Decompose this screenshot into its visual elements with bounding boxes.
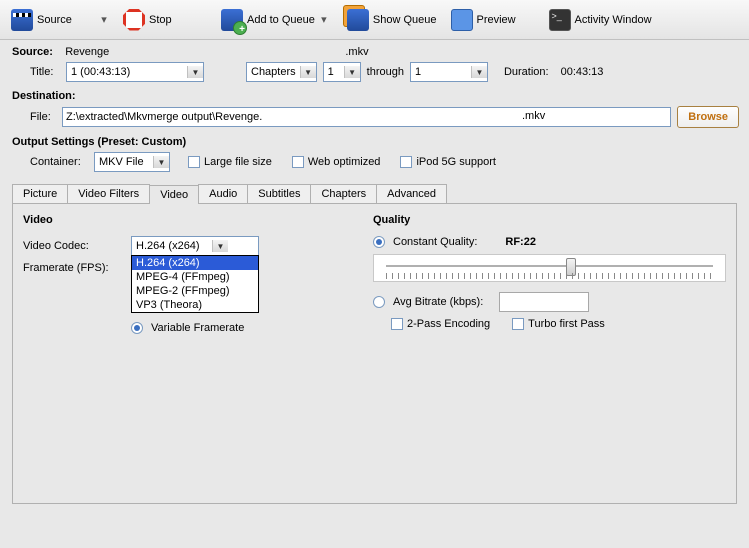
settings-tabs: PictureVideo FiltersVideoAudioSubtitlesC… — [12, 184, 737, 204]
dropdown-arrow-icon[interactable]: ▾ — [99, 13, 109, 26]
rf-value: RF:22 — [505, 236, 536, 248]
add-queue-icon — [221, 9, 243, 31]
destination-heading: Destination: — [0, 84, 749, 104]
title-label: Title: — [30, 66, 60, 78]
two-pass-checkbox[interactable]: 2-Pass Encoding — [391, 318, 490, 330]
codec-option[interactable]: MPEG-4 (FFmpeg) — [132, 270, 258, 284]
stop-button[interactable]: Stop — [116, 4, 214, 36]
source-filename: Revenge — [65, 46, 109, 58]
tab-subtitles[interactable]: Subtitles — [247, 184, 311, 203]
preview-button[interactable]: Preview — [444, 4, 542, 36]
chapter-from-value: 1 — [324, 65, 344, 79]
terminal-icon — [549, 9, 571, 31]
ipod-label: iPod 5G support — [416, 156, 496, 168]
checkbox-icon — [188, 156, 200, 168]
source-button[interactable]: Source ▾ — [4, 4, 116, 36]
quality-slider[interactable] — [373, 254, 726, 282]
chevron-down-icon — [212, 240, 228, 252]
file-label: File: — [30, 111, 56, 123]
source-label: Source — [37, 14, 95, 26]
web-optimized-checkbox[interactable]: Web optimized — [292, 156, 381, 168]
video-group-heading: Video — [23, 214, 353, 226]
destination-file-input[interactable] — [62, 107, 671, 127]
duration-value: 00:43:13 — [561, 66, 604, 78]
web-optimized-label: Web optimized — [308, 156, 381, 168]
tab-chapters[interactable]: Chapters — [310, 184, 377, 203]
ipod-checkbox[interactable]: iPod 5G support — [400, 156, 496, 168]
container-row: Container: MKV File Large file size Web … — [0, 150, 749, 174]
tab-audio[interactable]: Audio — [198, 184, 248, 203]
container-select[interactable]: MKV File — [94, 152, 170, 172]
title-value: 1 (00:43:13) — [67, 65, 187, 79]
checkbox-icon — [512, 318, 524, 330]
tab-video[interactable]: Video — [149, 185, 199, 204]
title-row: Title: 1 (00:43:13) Chapters 1 through 1… — [0, 60, 749, 84]
chapter-from-select[interactable]: 1 — [323, 62, 361, 82]
avg-bitrate-radio[interactable] — [373, 296, 385, 308]
tab-advanced[interactable]: Advanced — [376, 184, 447, 203]
chevron-down-icon — [187, 66, 203, 78]
destination-row: File: .mkv Browse — [0, 104, 749, 130]
slider-ticks — [386, 273, 713, 279]
avg-bitrate-input[interactable] — [499, 292, 589, 312]
two-pass-label: 2-Pass Encoding — [407, 318, 490, 330]
constant-quality-label: Constant Quality: — [393, 236, 477, 248]
tab-video-filters[interactable]: Video Filters — [67, 184, 150, 203]
checkbox-icon — [292, 156, 304, 168]
video-codec-select[interactable]: H.264 (x264) — [131, 236, 259, 256]
chevron-down-icon — [153, 156, 169, 168]
video-tab-pane: Video Video Codec: H.264 (x264) H.264 (x… — [12, 204, 737, 504]
checkbox-icon — [391, 318, 403, 330]
tab-picture[interactable]: Picture — [12, 184, 68, 203]
clapper-icon — [11, 9, 33, 31]
codec-option[interactable]: MPEG-2 (FFmpeg) — [132, 284, 258, 298]
codec-option[interactable]: H.264 (x264) — [132, 256, 258, 270]
output-heading: Output Settings (Preset: Custom) — [0, 130, 749, 150]
video-codec-value: H.264 (x264) — [132, 239, 212, 253]
through-label: through — [367, 66, 404, 78]
main-toolbar: Source ▾ Stop Add to Queue ▾ Show Queue … — [0, 0, 749, 40]
source-heading: Source: — [12, 46, 53, 58]
video-codec-dropdown: H.264 (x264)MPEG-4 (FFmpeg)MPEG-2 (FFmpe… — [131, 255, 259, 313]
source-section: Source: Revenge .mkv — [0, 40, 749, 60]
framerate-label: Framerate (FPS): — [23, 262, 123, 274]
codec-label: Video Codec: — [23, 240, 123, 252]
variable-framerate-label: Variable Framerate — [151, 322, 244, 334]
stop-label: Stop — [149, 14, 207, 26]
chevron-down-icon — [300, 66, 316, 78]
show-queue-label: Show Queue — [373, 14, 437, 26]
constant-quality-radio[interactable] — [373, 236, 385, 248]
large-file-label: Large file size — [204, 156, 272, 168]
duration-label: Duration: — [504, 66, 549, 78]
title-select[interactable]: 1 (00:43:13) — [66, 62, 204, 82]
chevron-down-icon — [471, 66, 487, 78]
queue-icon — [347, 9, 369, 31]
chapter-to-select[interactable]: 1 — [410, 62, 488, 82]
add-queue-label: Add to Queue — [247, 14, 315, 26]
codec-option[interactable]: VP3 (Theora) — [132, 298, 258, 312]
preview-label: Preview — [477, 14, 535, 26]
chapter-to-value: 1 — [411, 65, 471, 79]
container-label: Container: — [30, 156, 88, 168]
avg-bitrate-label: Avg Bitrate (kbps): — [393, 296, 483, 308]
source-ext: .mkv — [345, 46, 368, 58]
variable-framerate-radio[interactable] — [131, 322, 143, 334]
chevron-down-icon — [344, 66, 360, 78]
stop-icon — [123, 9, 145, 31]
turbo-first-pass-checkbox[interactable]: Turbo first Pass — [512, 318, 605, 330]
dropdown-arrow-icon[interactable]: ▾ — [319, 13, 329, 26]
activity-window-button[interactable]: Activity Window — [542, 4, 659, 36]
add-queue-button[interactable]: Add to Queue ▾ — [214, 4, 336, 36]
chapters-mode-value: Chapters — [247, 65, 300, 79]
quality-group-heading: Quality — [373, 214, 726, 226]
show-queue-button[interactable]: Show Queue — [336, 4, 444, 36]
container-value: MKV File — [95, 155, 153, 169]
checkbox-icon — [400, 156, 412, 168]
preview-icon — [451, 9, 473, 31]
large-file-checkbox[interactable]: Large file size — [188, 156, 272, 168]
activity-label: Activity Window — [575, 14, 652, 26]
browse-button[interactable]: Browse — [677, 106, 739, 128]
turbo-label: Turbo first Pass — [528, 318, 605, 330]
chapters-mode-select[interactable]: Chapters — [246, 62, 317, 82]
